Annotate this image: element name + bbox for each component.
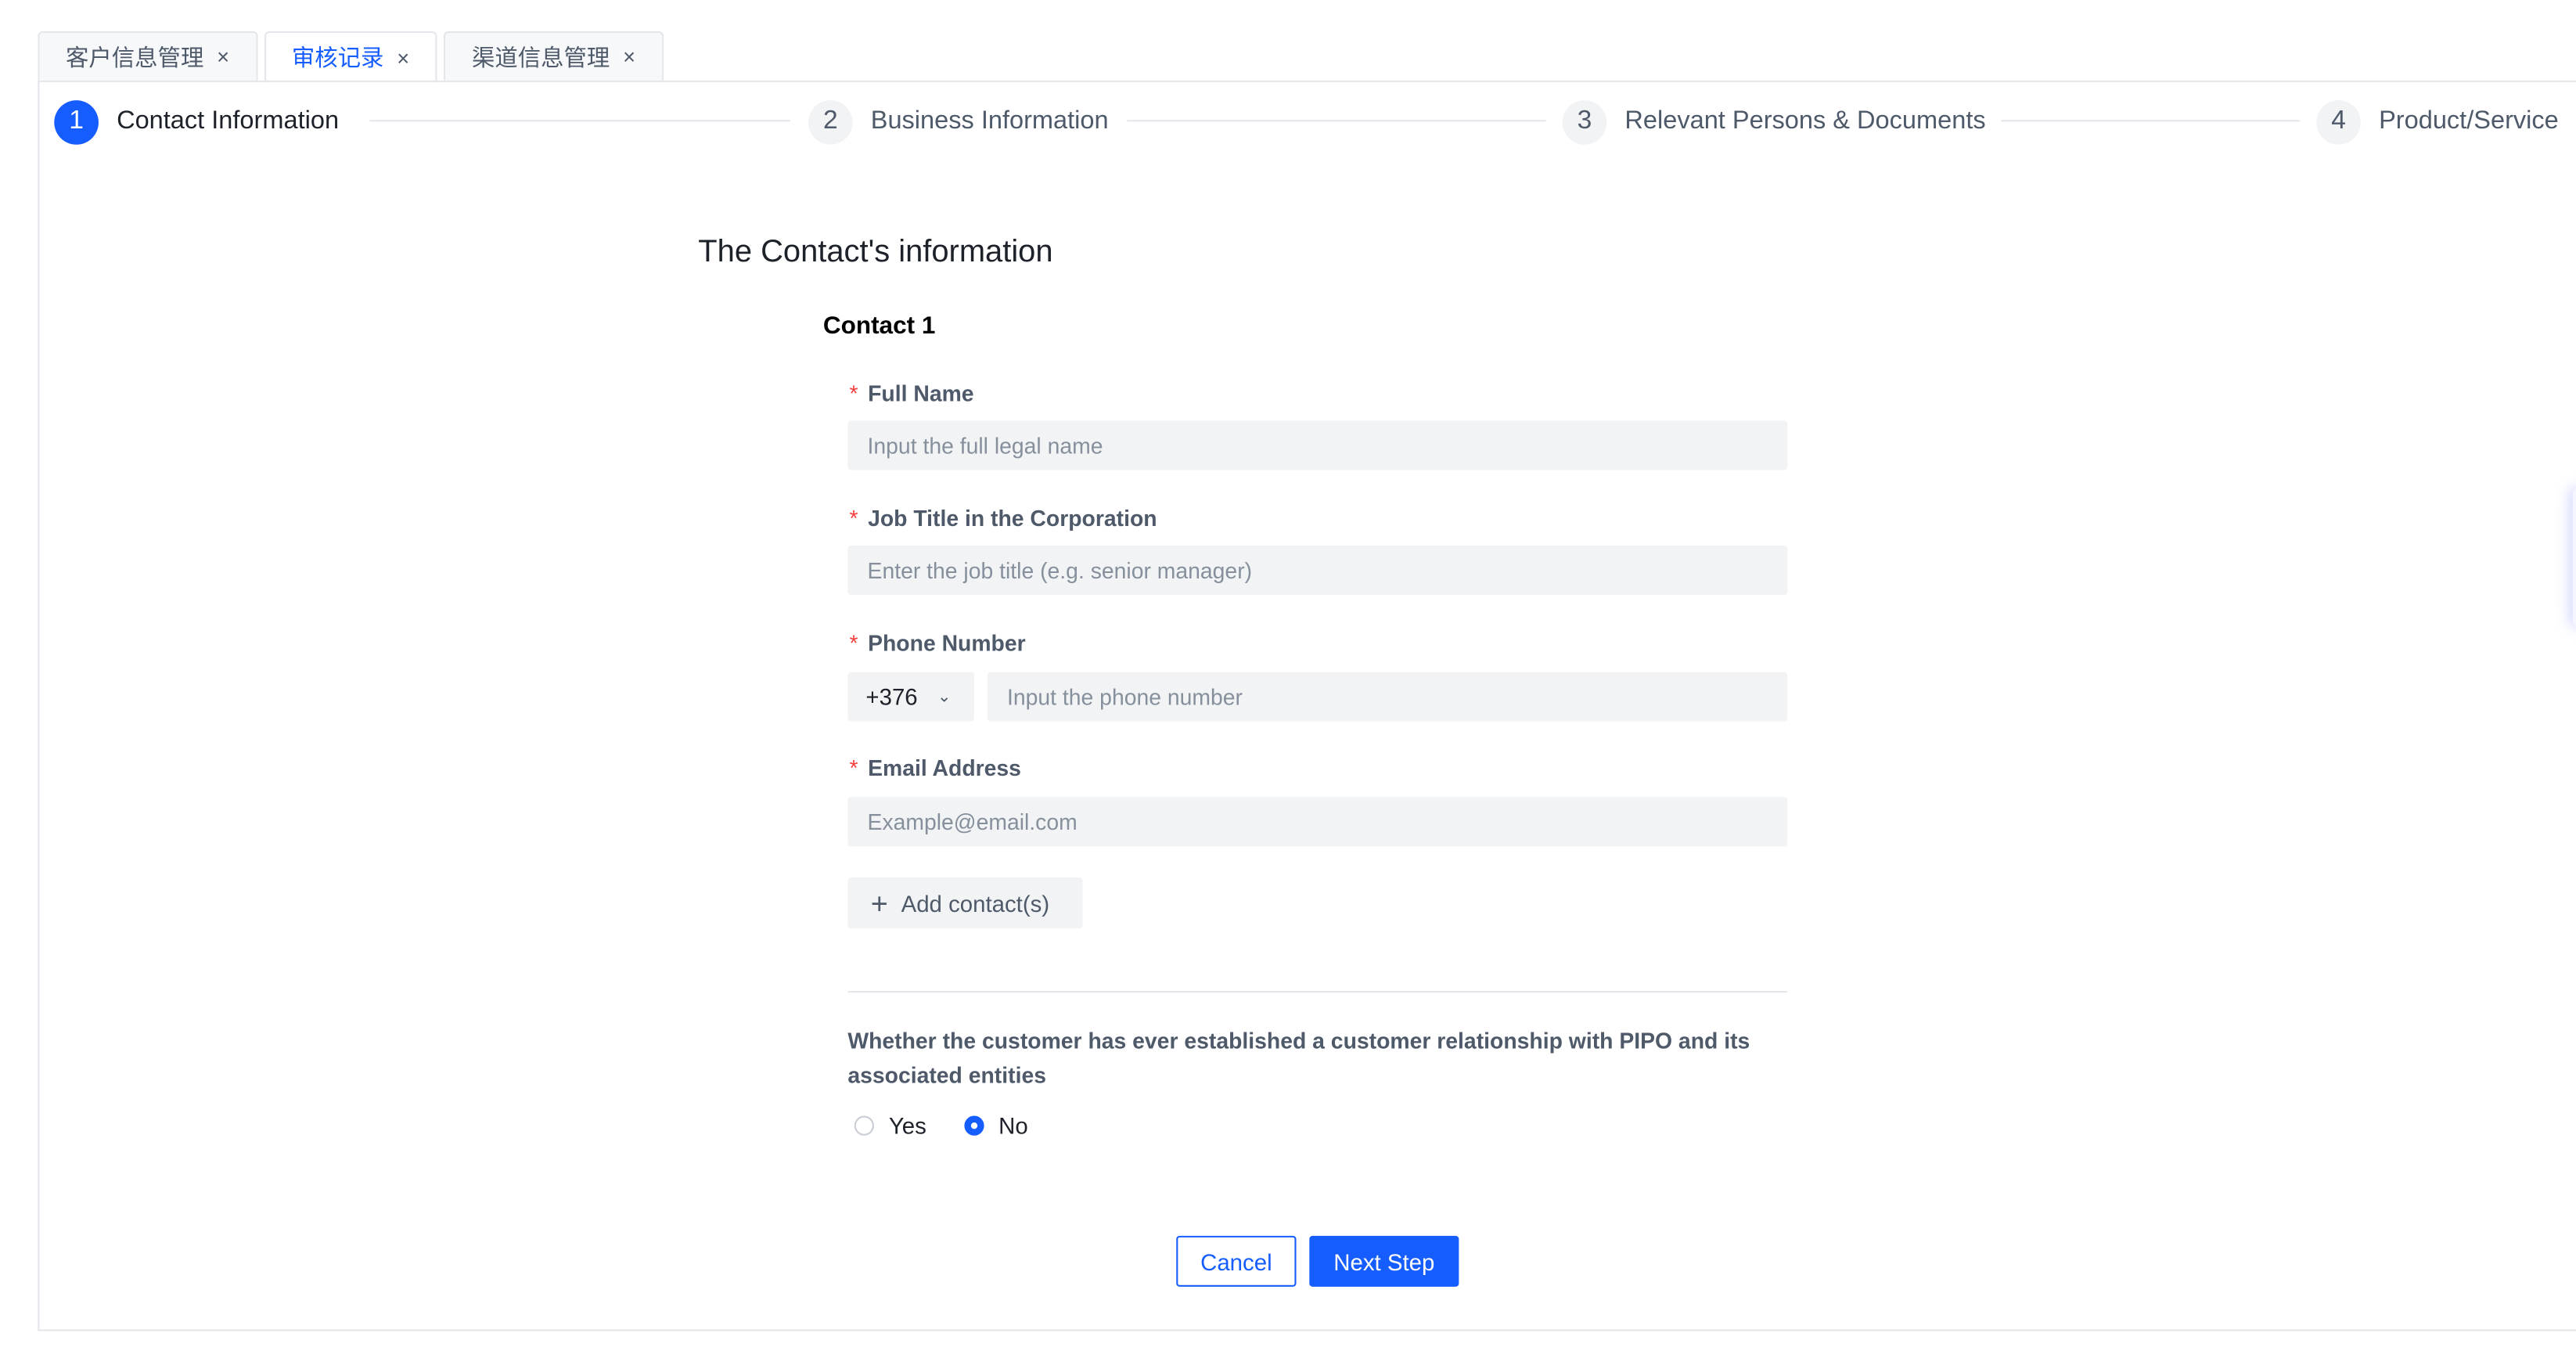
step-label: Business Information [870,106,1109,135]
label-text: Phone Number [868,631,1026,656]
step-number: 3 [1562,99,1607,144]
placeholder: Input the full legal name [867,433,1103,458]
tab-label: 客户信息管理 [65,43,204,70]
placeholder: Example@email.com [867,809,1078,834]
radio-label: No [998,1112,1028,1139]
next-step-button[interactable]: Next Step [1309,1235,1459,1287]
phone-label: * Phone Number [849,631,1025,655]
page: 客户信息管理 × 审核记录 × 渠道信息管理 × 1 Contact Infor… [0,0,2576,1351]
job-title-input[interactable]: Enter the job title (e.g. senior manager… [847,546,1788,596]
step-connector [1127,120,1546,122]
tab-channel-info[interactable]: 渠道信息管理 × [444,31,664,81]
close-icon[interactable]: × [623,45,635,69]
chevron-down-icon: ⌄ [937,687,952,706]
step-label: Product/Service [2379,106,2559,135]
close-icon[interactable]: × [397,45,409,70]
job-title-label: * Job Title in the Corporation [849,506,1157,531]
section-divider [847,990,1788,993]
country-code-select[interactable]: +376 ⌄ [847,672,975,722]
phone-input[interactable]: Input the phone number [987,672,1788,722]
step-business-information[interactable]: 2 Business Information [808,99,1109,145]
required-mark: * [849,631,858,656]
tab-audit-records[interactable]: 审核记录 × [264,31,437,82]
label-text: Email Address [868,755,1021,781]
step-number: 1 [54,99,99,144]
contact-heading: Contact 1 [822,312,936,340]
required-mark: * [849,506,858,531]
relationship-radio-group: Yes No [854,1112,1066,1139]
label-text: Job Title in the Corporation [868,506,1157,531]
plus-icon: + [870,886,888,920]
content-bottom-border [38,1329,2576,1331]
step-label: Relevant Persons & Documents [1624,106,1986,135]
radio-checked-icon [964,1115,984,1136]
required-mark: * [849,755,858,781]
step-relevant-persons-documents[interactable]: 3 Relevant Persons & Documents [1562,99,1986,145]
step-connector [2001,120,2301,122]
step-number: 4 [2316,99,2361,144]
tab-label: 渠道信息管理 [471,43,610,70]
placeholder: Enter the job title (e.g. senior manager… [867,557,1253,583]
floating-side-tab[interactable] [2572,486,2576,629]
tab-divider [38,80,2576,82]
required-mark: * [849,381,858,406]
full-name-input[interactable]: Input the full legal name [847,420,1788,470]
stepper: 1 Contact Information 2 Business Informa… [54,99,2576,145]
radio-no[interactable]: No [964,1112,1028,1139]
radio-circle-icon [854,1115,874,1136]
content-border [38,80,40,1331]
radio-yes[interactable]: Yes [854,1112,926,1139]
label-text: Full Name [868,381,974,406]
tab-customer-info[interactable]: 客户信息管理 × [38,31,257,81]
radio-label: Yes [888,1112,926,1139]
add-contact-label: Add contact(s) [901,889,1050,917]
step-number: 2 [808,99,853,144]
add-contact-button[interactable]: + Add contact(s) [847,877,1083,929]
relationship-question: Whether the customer has ever establishe… [847,1029,1750,1088]
step-label: Contact Information [117,106,340,135]
email-input[interactable]: Example@email.com [847,797,1788,847]
step-connector [369,120,790,122]
step-contact-information[interactable]: 1 Contact Information [54,99,339,145]
placeholder: Input the phone number [1006,684,1243,709]
country-code-value: +376 [865,683,918,710]
email-label: * Email Address [849,756,1021,780]
tab-bar: 客户信息管理 × 审核记录 × 渠道信息管理 × [38,31,670,82]
full-name-label: * Full Name [849,381,973,405]
tab-label: 审核记录 [291,44,384,71]
close-icon[interactable]: × [217,45,229,69]
step-product-service[interactable]: 4 Product/Service [2316,99,2559,145]
cancel-button[interactable]: Cancel [1176,1235,1297,1287]
section-title: The Contact's information [698,235,1053,270]
